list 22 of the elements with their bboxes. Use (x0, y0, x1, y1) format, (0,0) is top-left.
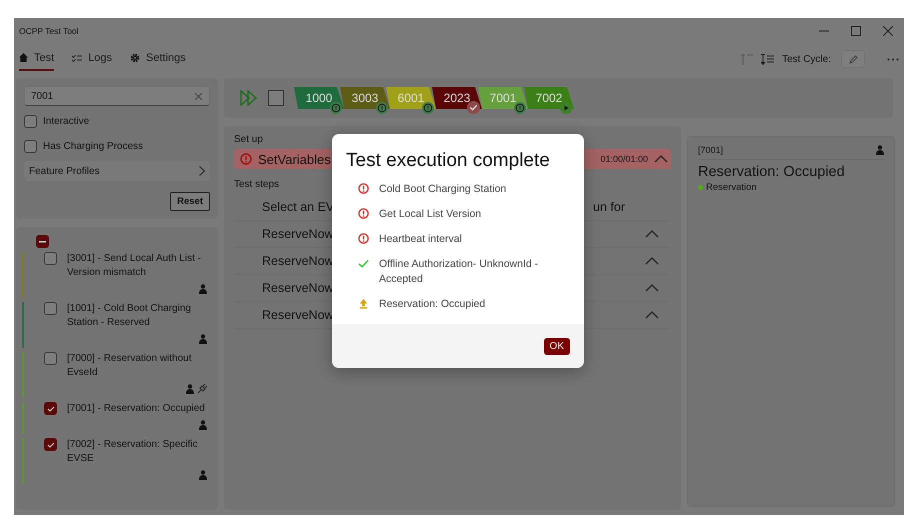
result-label: Reservation: Occupied (379, 297, 486, 312)
result-label: Offline Authorization- UnknownId - Accepted (379, 257, 540, 287)
step-label: SetVariables (258, 152, 331, 166)
tag-label: Reservation (706, 182, 757, 193)
step-label: ReserveNow (262, 281, 334, 295)
test-id: [7001] (698, 145, 724, 155)
result-label: Get Local List Version (379, 207, 482, 222)
result-label: Cold Boot Charging Station (379, 182, 506, 197)
step-label: ReserveNow (262, 254, 334, 268)
window-title: OCPP Test Tool (19, 26, 80, 36)
step-time: 01:00/01:00 (600, 154, 648, 164)
option-label: Interactive (43, 116, 90, 126)
test-steps-heading: Test steps (234, 179, 280, 190)
test-title: Reservation: Occupied (698, 164, 846, 180)
test-cycle-label: Test Cycle: (782, 54, 831, 64)
result-label: Heartbeat interval (379, 232, 462, 247)
step-label: ReserveNow (262, 308, 334, 322)
step-label: ReserveNow (262, 227, 334, 241)
setup-heading: Set up (234, 134, 263, 145)
option-label: Has Charging Process (43, 140, 144, 152)
step-text: un for (593, 200, 625, 214)
dialog-title: Test execution complete (346, 150, 551, 172)
